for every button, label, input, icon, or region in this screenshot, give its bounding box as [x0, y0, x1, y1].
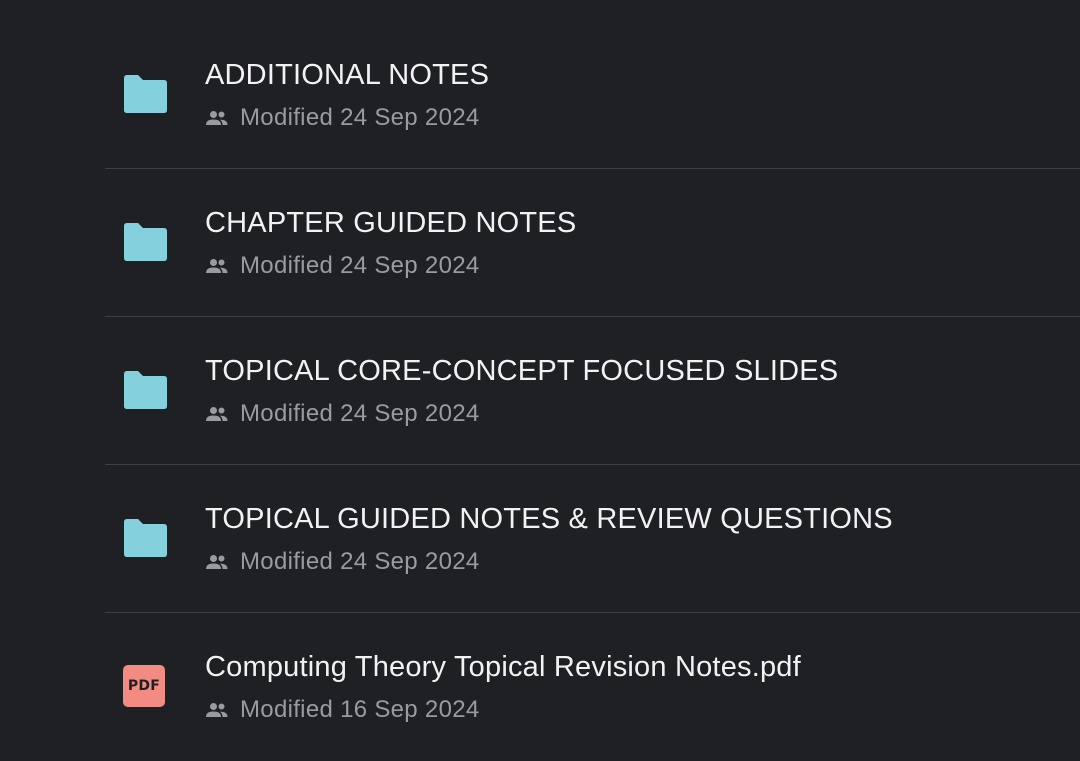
list-item-folder[interactable]: TOPICAL CORE-CONCEPT FOCUSED SLIDES Modi…	[0, 317, 1080, 465]
folder-icon	[121, 222, 168, 262]
modified-date: Modified 24 Sep 2024	[240, 400, 480, 427]
people-icon	[205, 702, 229, 718]
item-title: ADDITIONAL NOTES	[205, 59, 490, 91]
list-item-folder[interactable]: TOPICAL GUIDED NOTES & REVIEW QUESTIONS …	[0, 465, 1080, 613]
people-icon	[205, 406, 229, 422]
folder-icon	[121, 74, 168, 114]
folder-icon	[121, 370, 168, 410]
people-icon	[205, 554, 229, 570]
list-item-folder[interactable]: ADDITIONAL NOTES Modified 24 Sep 2024	[0, 21, 1080, 169]
item-meta: Modified 16 Sep 2024	[205, 695, 480, 725]
item-title: Computing Theory Topical Revision Notes.…	[205, 651, 801, 683]
pdf-badge: PDF	[123, 665, 165, 707]
list-item-folder[interactable]: CHAPTER GUIDED NOTES Modified 24 Sep 202…	[0, 169, 1080, 317]
item-meta: Modified 24 Sep 2024	[205, 547, 480, 577]
folder-icon	[121, 518, 168, 558]
pdf-file-icon: PDF	[121, 665, 168, 707]
modified-date: Modified 24 Sep 2024	[240, 548, 480, 575]
item-title: TOPICAL CORE-CONCEPT FOCUSED SLIDES	[205, 355, 839, 387]
list-item-pdf[interactable]: PDF Computing Theory Topical Revision No…	[0, 613, 1080, 761]
item-title: CHAPTER GUIDED NOTES	[205, 207, 577, 239]
item-title: TOPICAL GUIDED NOTES & REVIEW QUESTIONS	[205, 503, 893, 535]
modified-date: Modified 24 Sep 2024	[240, 104, 480, 131]
item-meta: Modified 24 Sep 2024	[205, 103, 480, 133]
file-list: ADDITIONAL NOTES Modified 24 Sep 2024 CH…	[0, 0, 1080, 759]
modified-date: Modified 24 Sep 2024	[240, 252, 480, 279]
item-meta: Modified 24 Sep 2024	[205, 399, 480, 429]
item-meta: Modified 24 Sep 2024	[205, 251, 480, 281]
people-icon	[205, 258, 229, 274]
people-icon	[205, 110, 229, 126]
modified-date: Modified 16 Sep 2024	[240, 696, 480, 723]
